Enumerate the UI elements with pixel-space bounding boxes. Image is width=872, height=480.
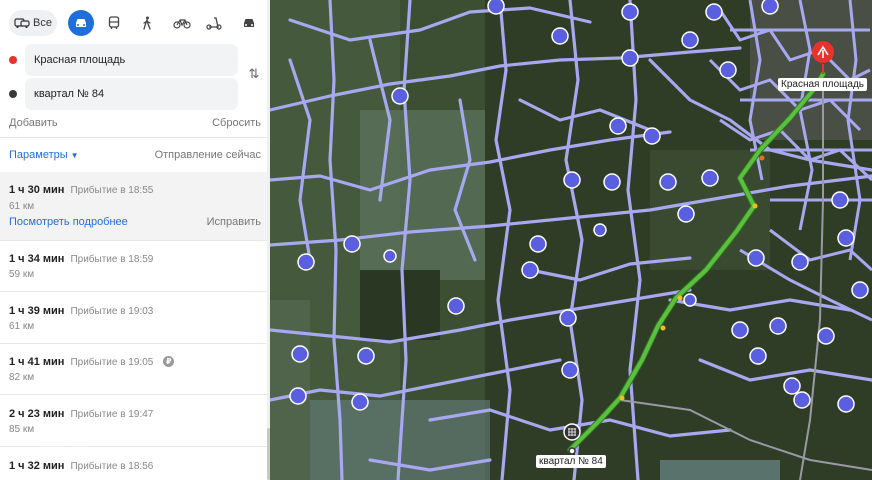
start-point-dot [9, 56, 17, 64]
route-duration: 2 ч 23 мин [9, 408, 65, 420]
mode-bus-button[interactable] [101, 10, 127, 36]
mode-all-button[interactable]: Все [9, 10, 57, 36]
mode-pedestrian-button[interactable] [134, 10, 160, 36]
bus-icon [108, 16, 120, 30]
params-dropdown[interactable]: Параметры ▼ [9, 149, 79, 161]
reset-button[interactable]: Сбросить [212, 117, 261, 129]
route-option-2[interactable]: 1 ч 34 мин Прибытие в 18:59 59 км [0, 241, 270, 292]
mode-bicycle-button[interactable] [169, 10, 195, 36]
route-details-link[interactable]: Посмотреть подробнее [9, 216, 128, 228]
route-duration: 1 ч 39 мин [9, 305, 65, 317]
route-arrival: Прибытие в 18:56 [70, 461, 154, 472]
from-input[interactable]: Красная площадь [25, 44, 238, 76]
domclick-logo-icon [42, 425, 66, 447]
route-duration: 1 ч 41 мин [9, 356, 65, 368]
car-bus-icon [14, 17, 30, 29]
mode-taxi-button[interactable] [236, 10, 262, 36]
route-panel: Все Красная площадь квартал № 84 ⇅ Добав… [0, 0, 270, 480]
route-point-to: квартал № 84 [0, 78, 270, 110]
route-distance: 61 км [9, 321, 35, 332]
domclick-watermark: Домклик [42, 424, 166, 448]
route-point-from: Красная площадь [0, 44, 270, 76]
map-view[interactable]: Красная площадь квартал № 84 [270, 0, 872, 480]
toll-road-icon: ₽ [163, 356, 175, 367]
route-arrival: Прибытие в 19:05 [70, 357, 154, 368]
route-distance: 85 км [9, 424, 35, 435]
transport-mode-bar: Все [0, 0, 270, 46]
route-distance: 82 км [9, 372, 35, 383]
mode-car-button[interactable] [68, 10, 94, 36]
route-distance: 61 км [9, 201, 35, 212]
route-fix-link[interactable]: Исправить [207, 216, 261, 228]
car-icon [74, 17, 88, 29]
route-option-3[interactable]: 1 ч 39 мин Прибытие в 19:03 61 км [0, 292, 270, 344]
point-actions: Добавить Сбросить [9, 117, 261, 129]
add-point-button[interactable]: Добавить [9, 117, 58, 129]
route-arrival: Прибытие в 18:55 [70, 185, 154, 196]
mode-scooter-button[interactable] [201, 10, 227, 36]
route-option-6[interactable]: 1 ч 32 мин Прибытие в 18:56 [0, 447, 270, 480]
swap-points-button[interactable]: ⇅ [245, 64, 263, 84]
mode-all-label: Все [33, 17, 52, 29]
chevron-down-icon: ▼ [70, 151, 79, 160]
route-option-4[interactable]: 1 ч 41 мин Прибытие в 19:05 ₽ 82 км [0, 344, 270, 395]
swap-arrows-icon: ⇅ [248, 66, 260, 81]
route-option-1[interactable]: 1 ч 30 мин Прибытие в 18:55 61 км Посмотр… [0, 172, 270, 241]
route-duration: 1 ч 34 мин [9, 253, 65, 265]
end-point-dot [9, 90, 17, 98]
to-input[interactable]: квартал № 84 [25, 78, 238, 110]
route-duration: 1 ч 32 мин [9, 460, 65, 472]
scooter-icon [206, 16, 222, 30]
pedestrian-icon [142, 16, 152, 30]
map-canvas [270, 0, 872, 480]
start-point-label: Красная площадь [778, 78, 867, 91]
route-duration: 1 ч 30 мин [9, 184, 65, 196]
route-arrival: Прибытие в 19:47 [70, 409, 154, 420]
divider [0, 137, 270, 138]
bicycle-icon [173, 17, 191, 29]
end-point-label: квартал № 84 [536, 455, 606, 468]
departure-time-button[interactable]: Отправление сейчас [155, 149, 261, 161]
route-distance: 59 км [9, 269, 35, 280]
params-label: Параметры [9, 149, 68, 161]
route-arrival: Прибытие в 19:03 [70, 306, 154, 317]
route-options: Параметры ▼ Отправление сейчас [9, 149, 261, 161]
domclick-watermark-text: Домклик [72, 424, 167, 447]
taxi-icon [242, 17, 256, 29]
route-arrival: Прибытие в 18:59 [70, 254, 154, 265]
